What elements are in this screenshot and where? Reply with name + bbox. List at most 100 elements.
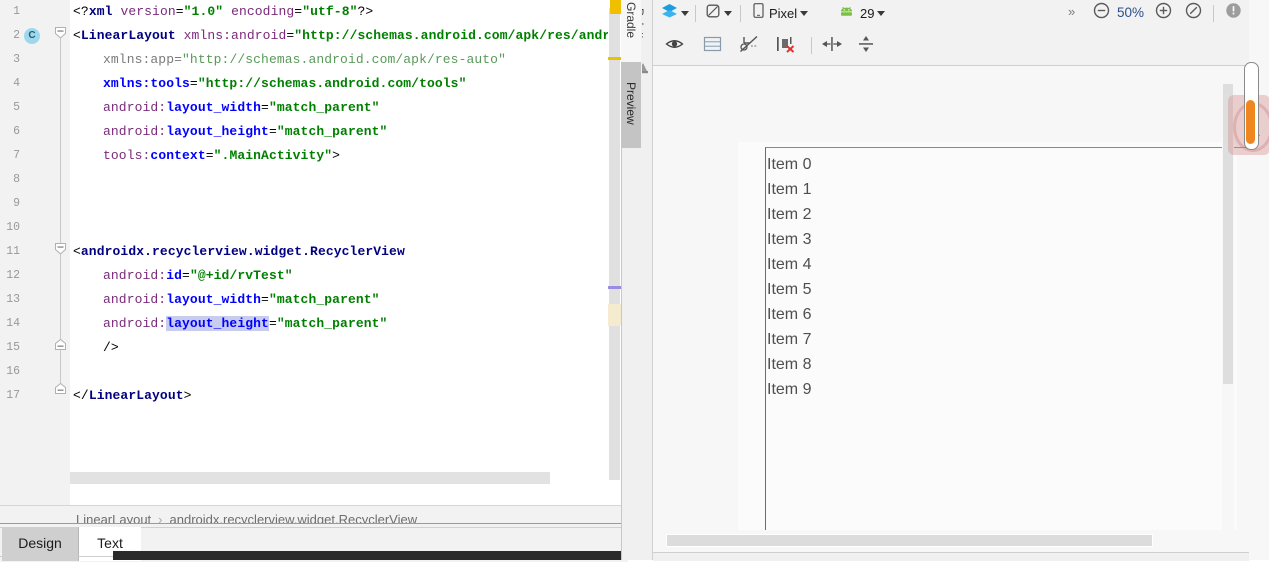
code-line-3: xmlns:app="http://schemas.android.com/ap… <box>103 52 506 67</box>
show-design-surface-button[interactable] <box>665 33 684 59</box>
vertical-guidelines-button[interactable] <box>855 33 877 59</box>
zoom-level-label: 50% <box>1117 5 1145 20</box>
rotate-device-icon <box>705 3 721 24</box>
canvas-hscrollbar-track[interactable] <box>653 530 1249 552</box>
toolbar-overflow-icon[interactable]: » <box>1068 4 1075 19</box>
scrollbar-current-line-marker <box>608 304 621 326</box>
show-blueprint-button[interactable] <box>703 33 722 59</box>
toggle-autoconnect-button[interactable] <box>739 33 761 59</box>
design-preview-pane: Palette <box>628 0 1269 561</box>
class-marker-icon[interactable]: C <box>24 28 40 44</box>
code-line-5: android:layout_width="match_parent" <box>103 100 380 115</box>
toolbar-separator <box>740 5 741 22</box>
device-dropdown[interactable]: Pixel <box>753 0 809 26</box>
line-number: 10 <box>6 221 20 234</box>
list-item: Item 8 <box>767 356 812 373</box>
preview-scrollbar-thumb[interactable] <box>1246 100 1255 144</box>
fold-guide-line <box>60 38 61 248</box>
code-line-12: android:id="@+id/rvTest" <box>103 268 293 283</box>
code-line-13: android:layout_width="match_parent" <box>103 292 380 307</box>
issue-notification-button[interactable] <box>1225 0 1242 26</box>
zoom-in-icon <box>1155 2 1172 24</box>
layers-icon <box>661 3 678 23</box>
zoom-to-fit-button[interactable] <box>1185 0 1202 26</box>
api-level-label: 29 <box>860 5 875 21</box>
chevron-down-icon <box>724 10 732 16</box>
toolbar-separator <box>811 37 812 54</box>
code-line-6: android:layout_height="match_parent" <box>103 124 388 139</box>
design-toolbar-primary: Pixel 29 » 50% <box>653 0 1249 27</box>
line-number: 12 <box>6 269 20 282</box>
line-number: 9 <box>13 197 20 210</box>
code-text-area[interactable]: <?xml version="1.0" encoding="utf-8"?> <… <box>70 0 628 505</box>
chevron-down-icon <box>800 10 809 16</box>
code-line-14: android:layout_height="match_parent" <box>103 316 388 331</box>
fold-expanded-icon[interactable] <box>52 240 69 257</box>
design-canvas[interactable]: Item 0 Item 1 Item 2 Item 3 Item 4 Item … <box>653 66 1249 532</box>
list-item: Item 0 <box>767 156 812 173</box>
warning-circle-icon <box>1225 2 1242 24</box>
list-item: Item 7 <box>767 331 812 348</box>
zoom-in-button[interactable] <box>1155 0 1172 26</box>
zoom-fit-icon <box>1185 2 1202 24</box>
blueprint-layers-icon <box>703 36 722 57</box>
scrollbar-todo-marker[interactable] <box>608 57 621 60</box>
line-number: 1 <box>13 5 20 18</box>
api-level-dropdown[interactable]: 29 <box>838 0 886 26</box>
canvas-hscrollbar-thumb[interactable] <box>666 534 1153 547</box>
chevron-down-icon <box>877 10 886 16</box>
scrollbar-caret-marker[interactable] <box>608 286 621 289</box>
orientation-dropdown[interactable] <box>705 0 732 26</box>
selected-component-outline <box>765 147 1249 532</box>
code-fold-column[interactable] <box>52 0 70 505</box>
fold-end-icon[interactable] <box>52 381 69 398</box>
line-number: 11 <box>6 245 20 258</box>
editor-vscrollbar-thumb[interactable] <box>609 8 620 480</box>
fold-expanded-icon[interactable] <box>52 24 69 41</box>
design-mode-dropdown[interactable] <box>661 0 689 26</box>
line-number: 3 <box>13 53 20 66</box>
design-toolbar-secondary <box>653 26 1249 66</box>
list-item: Item 5 <box>767 281 812 298</box>
device-label: Pixel <box>769 5 798 21</box>
line-number: 15 <box>6 341 20 354</box>
list-item: Item 9 <box>767 381 812 398</box>
horizontal-guidelines-button[interactable] <box>821 33 843 59</box>
android-studio-window: 1 2 3 4 5 6 7 8 9 10 11 12 13 14 15 16 1… <box>0 0 1269 562</box>
code-line-2: <LinearLayout xmlns:android="http://sche… <box>73 28 627 43</box>
line-number: 14 <box>6 317 20 330</box>
no-constraints-icon <box>739 35 761 58</box>
line-number: 5 <box>13 101 20 114</box>
editor-hscrollbar-track[interactable] <box>70 470 620 486</box>
code-line-11: <androidx.recyclerview.widget.RecyclerVi… <box>73 244 405 259</box>
line-number: 2 <box>13 29 20 42</box>
code-line-15: /> <box>103 340 119 355</box>
vertical-margin-icon <box>855 35 877 58</box>
android-robot-icon <box>838 4 855 22</box>
chevron-down-icon <box>681 10 689 16</box>
zoom-out-icon <box>1093 2 1110 24</box>
phone-icon <box>753 3 764 23</box>
list-item: Item 3 <box>767 231 812 248</box>
line-number: 13 <box>6 293 20 306</box>
toolbar-separator <box>1213 5 1214 22</box>
line-number: 7 <box>13 149 20 162</box>
clear-all-constraints-button[interactable] <box>775 33 797 59</box>
horizontal-margin-icon <box>821 36 843 57</box>
line-number: 17 <box>6 389 20 402</box>
recyclerview-preview-list: Item 0 Item 1 Item 2 Item 3 Item 4 Item … <box>766 152 811 402</box>
preview-tab-label: Preview <box>624 82 638 125</box>
list-item: Item 6 <box>767 306 812 323</box>
list-item: Item 2 <box>767 206 812 223</box>
zoom-out-button[interactable] <box>1093 0 1110 26</box>
gradle-tool-tab[interactable]: Gradle <box>621 0 641 62</box>
code-line-4: xmlns:tools="http://schemas.android.com/… <box>103 76 467 91</box>
line-number: 6 <box>13 125 20 138</box>
line-number: 8 <box>13 173 20 186</box>
editor-hscrollbar-thumb[interactable] <box>70 472 550 484</box>
line-number: 16 <box>6 365 20 378</box>
fold-end-icon[interactable] <box>52 337 69 354</box>
preview-tool-tab[interactable]: Preview <box>621 62 1260 148</box>
gradle-tab-label: Gradle <box>624 2 638 39</box>
code-line-17: </LinearLayout> <box>73 388 192 403</box>
